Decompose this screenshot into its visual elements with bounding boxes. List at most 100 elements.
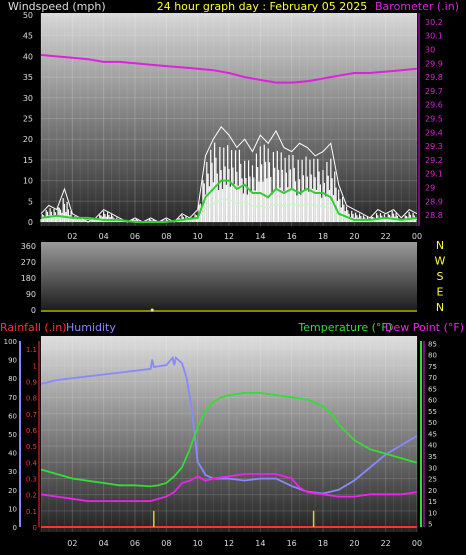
tick-label: 60 [428,397,437,405]
tick-label: 0 [33,524,37,532]
tick-label: 29.3 [425,142,443,151]
tick-label: 360 [21,242,36,251]
tick-label: 29.9 [425,59,443,68]
direction-point [150,308,154,312]
tick-label: 15 [428,498,437,506]
tick-label: 29.1 [425,170,443,179]
tick-label: 30 [428,464,437,472]
tick-label: 10 [428,509,437,517]
weather-chart: Windspeed (mph) 24 hour graph day : Febr… [0,0,464,548]
tick-label: 00 [412,232,422,241]
tick-label: 20 [349,539,359,548]
barometer-axis-ticks: 28.8 28.9 29 29.1 29.2 29.3 29.4 29.5 29.6 29.7 29… [418,13,443,226]
tick-label: 85 [428,340,437,348]
tick-label: 08 [161,539,171,548]
tick-label: 25 [23,115,33,124]
tick-label: 20 [23,135,33,144]
dewpoint-axis-title: Dew Point (°F) [385,321,464,334]
tick-label: 0.9 [26,378,37,386]
tick-label: 5 [428,521,432,529]
tick-label: 22 [381,539,391,548]
tick-label: 20 [8,487,17,495]
tick-label: 20 [428,487,437,495]
tick-label: 0 [28,218,33,227]
direction-degree-ticks: 0 90 180 270 360 [21,242,36,315]
wind-time-axis-ticks: 02 04 06 08 10 12 14 16 18 20 22 00 [67,232,422,241]
tick-label: 30 [8,468,17,476]
tick-label: 0.1 [26,508,37,516]
tick-label: N [436,301,444,314]
tick-label: 70 [428,374,437,382]
humidity-axis-ticks: 0 10 20 30 40 50 60 70 80 90 100 [4,338,21,532]
tick-label: 29.4 [425,128,443,137]
tick-label: 00 [412,539,422,548]
barometer-axis-title: Barometer (.in) [375,0,459,13]
tick-label: W [435,255,446,268]
tick-label: 45 [428,430,437,438]
tick-label: 0.6 [26,427,38,435]
tick-label: 12 [224,232,234,241]
tick-label: 0.3 [26,475,37,483]
temp-time-axis-ticks: 02 04 06 08 10 12 14 16 18 20 22 00 [67,539,422,548]
tick-label: 270 [21,258,36,267]
tick-label: 90 [26,290,36,299]
tick-label: 50 [428,419,437,427]
temperature-axis-title: Temperature (°F) [297,321,392,334]
tick-label: 29.2 [425,156,443,165]
tick-label: 5 [28,197,33,206]
tick-label: 29.8 [425,73,443,82]
tick-label: 16 [287,232,297,241]
tick-label: S [437,270,444,283]
tick-label: 04 [99,539,109,548]
direction-compass-ticks: NWSEN [435,239,446,314]
tick-label: 0.7 [26,411,37,419]
tick-label: 0 [13,524,17,532]
tick-label: 20 [349,232,359,241]
temperature-axis-ticks: 5 10 15 20 25 30 35 40 45 50 55 60 65 70 75 80 85 [420,340,437,529]
tick-label: 06 [130,232,140,241]
tick-label: 40 [23,52,33,61]
tick-label: 28.8 [425,211,443,220]
tick-label: 29 [425,184,435,193]
tick-label: 29.6 [425,101,443,110]
tick-label: N [436,239,444,252]
tick-label: 02 [67,232,77,241]
tick-label: 30.2 [425,18,443,27]
tick-label: 04 [99,232,109,241]
tick-label: 14 [255,539,265,548]
tick-label: 06 [130,539,140,548]
rainfall-axis-ticks: 0 0.1 0.2 0.3 0.4 0.5 0.6 0.7 0.8 0.9 1 1.1 [26,341,40,532]
tick-label: 80 [8,375,17,383]
chart-title: 24 hour graph day : February 05 2025 [157,0,368,13]
tick-label: 28.9 [425,197,443,206]
tick-label: 10 [193,232,203,241]
tick-label: 18 [318,539,328,548]
tick-label: 1 [33,362,37,370]
tick-label: 25 [428,476,437,484]
tick-label: 35 [23,73,33,82]
tick-label: 30 [23,94,33,103]
tick-label: 50 [8,431,17,439]
tick-label: 29.5 [425,115,443,124]
rainfall-axis-title: Rainfall (.in) [0,321,67,334]
tick-label: 29.7 [425,87,443,96]
tick-label: 60 [8,412,17,420]
tick-label: 14 [255,232,265,241]
tick-label: 18 [318,232,328,241]
tick-label: 10 [193,539,203,548]
tick-label: 22 [381,232,391,241]
tick-label: 45 [23,32,33,41]
tick-label: 0.2 [26,492,37,500]
direction-panel-background [41,242,417,312]
tick-label: 10 [23,177,33,186]
tick-label: 10 [8,505,17,513]
tick-label: 40 [428,442,437,450]
windspeed-axis-ticks: 0 5 10 15 20 25 30 35 40 45 50 [23,11,33,227]
tick-label: 0.8 [26,395,37,403]
tick-label: 180 [21,274,36,283]
tick-label: 35 [428,453,437,461]
tick-label: 0.5 [26,443,37,451]
tick-label: 50 [23,11,33,20]
tick-label: 0 [31,306,36,315]
tick-label: 55 [428,408,437,416]
